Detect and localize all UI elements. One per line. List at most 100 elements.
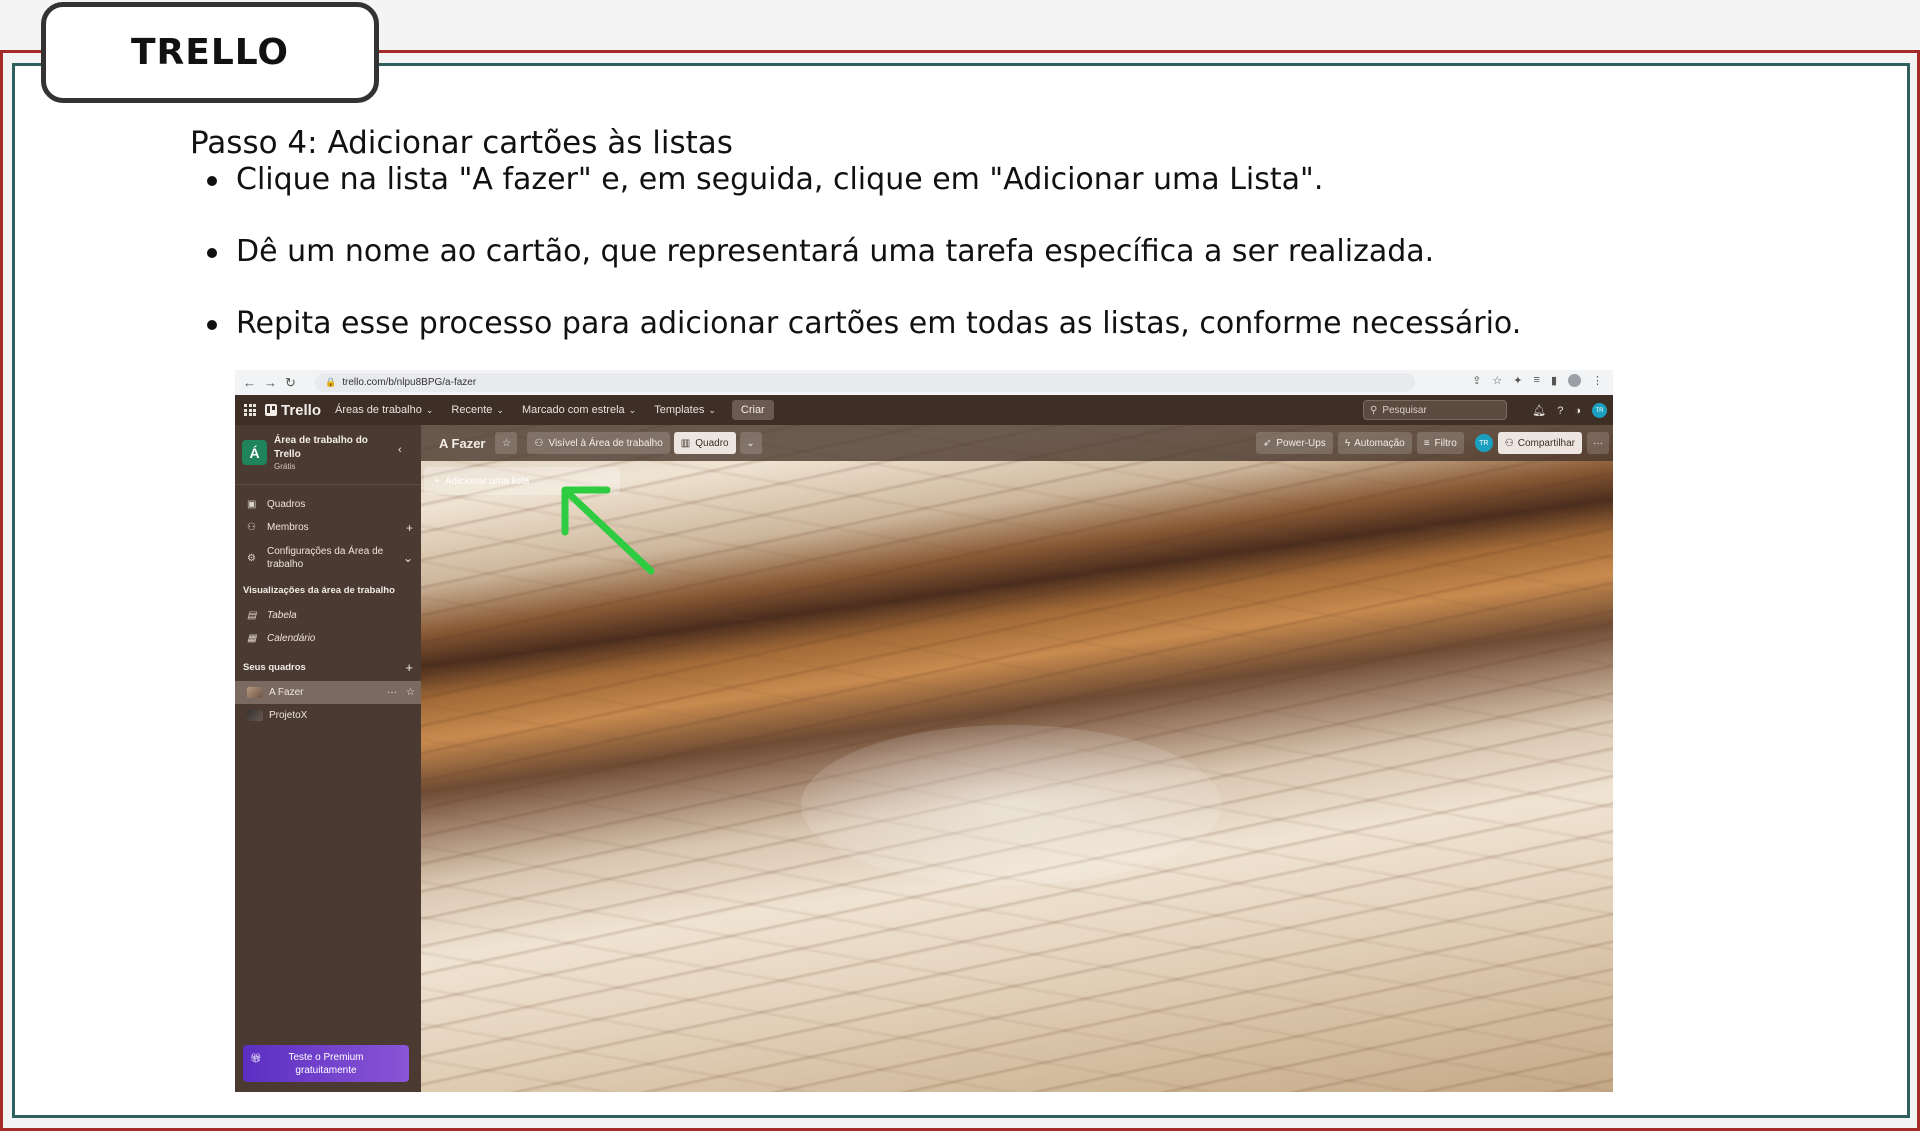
visibility-button[interactable]: ⚇ Visível à Área de trabalho bbox=[527, 432, 670, 454]
table-icon: ▤ bbox=[247, 610, 257, 621]
premium-label: Teste o Premium gratuitamente bbox=[288, 1051, 364, 1076]
board-thumbnail bbox=[247, 710, 263, 721]
extensions-icon[interactable]: ✦ bbox=[1513, 374, 1522, 387]
sidebar-item-label: ProjetoX bbox=[269, 710, 308, 721]
chevron-down-icon: ⌄ bbox=[425, 405, 434, 415]
menu-templates[interactable]: Templates ⌄ bbox=[654, 404, 716, 416]
sidebar-item-calendar[interactable]: ▦ Calendário bbox=[235, 627, 421, 650]
instruction-item: Dê um nome ao cartão, que representará u… bbox=[204, 232, 1521, 304]
help-icon[interactable]: ? bbox=[1557, 405, 1563, 417]
reload-icon[interactable]: ↻ bbox=[285, 375, 296, 391]
browser-toolbar: ← → ↻ 🔒 trello.com/b/nlpu8BPG/a-fazer ⇪ … bbox=[235, 370, 1613, 395]
board-canvas: A Fazer ☆ ⚇ Visível à Área de trabalho ▥… bbox=[421, 425, 1613, 1092]
premium-trial-button[interactable]: 🎁︎ Teste o Premium gratuitamente bbox=[243, 1045, 409, 1082]
workspace-header: Á Área de trabalho do Trello Grátis ‹ bbox=[235, 425, 421, 485]
sidebar-item-label: A Fazer bbox=[269, 687, 304, 698]
theme-icon[interactable]: ◑ bbox=[1574, 405, 1581, 417]
pointer-arrow-icon bbox=[561, 486, 655, 575]
chevron-down-icon: ⌄ bbox=[402, 551, 413, 565]
board-menu-icon[interactable]: ··· bbox=[1587, 432, 1609, 454]
search-input[interactable]: ⚲ Pesquisar bbox=[1363, 400, 1507, 420]
search-placeholder: Pesquisar bbox=[1382, 404, 1427, 416]
slide-title: TRELLO bbox=[130, 32, 290, 73]
more-options-icon[interactable]: ··· bbox=[387, 687, 397, 698]
trello-screenshot: ← → ↻ 🔒 trello.com/b/nlpu8BPG/a-fazer ⇪ … bbox=[235, 370, 1613, 1092]
lightning-icon: ϟ bbox=[1344, 437, 1351, 449]
member-avatar[interactable]: TR bbox=[1474, 434, 1493, 452]
side-panel-icon[interactable]: ▮ bbox=[1551, 374, 1557, 387]
menu-workspaces[interactable]: Áreas de trabalho ⌄ bbox=[335, 404, 433, 416]
people-icon: ⚇ bbox=[534, 437, 544, 449]
workspace-badge: Á bbox=[242, 440, 267, 465]
board-header: A Fazer ☆ ⚇ Visível à Área de trabalho ▥… bbox=[421, 425, 1613, 461]
browser-menu-icon[interactable]: ⋮ bbox=[1592, 374, 1603, 387]
chevron-down-icon: ⌄ bbox=[496, 405, 504, 415]
trello-header: Trello Áreas de trabalho ⌄ Recente ⌄ Marca… bbox=[235, 395, 1613, 425]
board-thumbnail bbox=[247, 687, 263, 698]
lock-icon: 🔒 bbox=[325, 377, 337, 387]
person-icon: ⚇ bbox=[247, 522, 256, 533]
rocket-icon: ➶ bbox=[1262, 437, 1272, 449]
sidebar-item-table[interactable]: ▤ Tabela bbox=[235, 604, 421, 627]
sidebar-item-label: Calendário bbox=[267, 633, 316, 644]
forward-icon[interactable]: → bbox=[264, 375, 277, 391]
reading-list-icon[interactable]: ≡ bbox=[1534, 374, 1540, 387]
sidebar-board-a-fazer[interactable]: A Fazer ··· ☆ bbox=[235, 681, 421, 704]
share-button[interactable]: ⚇ Compartilhar bbox=[1497, 432, 1582, 454]
trello-logo-text: Trello bbox=[281, 401, 322, 419]
filter-icon: ≡ bbox=[1423, 437, 1430, 449]
menu-recent[interactable]: Recente ⌄ bbox=[451, 404, 504, 416]
views-section-title: Visualizações da área de trabalho bbox=[243, 585, 395, 596]
sidebar-item-label: Configurações da Área de trabalho bbox=[267, 546, 384, 570]
step-title: Passo 4: Adicionar cartões às listas bbox=[190, 125, 733, 161]
url-text: trello.com/b/nlpu8BPG/a-fazer bbox=[342, 377, 477, 388]
star-icon[interactable]: ☆ bbox=[406, 687, 415, 698]
sidebar-item-label: Membros bbox=[267, 522, 309, 533]
plus-icon: + bbox=[434, 475, 440, 487]
trello-logo-icon bbox=[265, 404, 277, 416]
share-page-icon[interactable]: ⇪ bbox=[1472, 374, 1481, 387]
workspace-name[interactable]: Área de trabalho do Trello bbox=[274, 434, 384, 462]
boards-section-title: Seus quadros + bbox=[243, 660, 413, 675]
sidebar-item-members[interactable]: ⚇ Membros + bbox=[235, 516, 421, 539]
add-person-icon: ⚇ bbox=[1504, 437, 1514, 449]
star-board-icon[interactable]: ☆ bbox=[495, 432, 518, 454]
app-switcher-icon[interactable] bbox=[244, 404, 256, 416]
view-board-button[interactable]: ▥ Quadro bbox=[673, 432, 736, 454]
board-title[interactable]: A Fazer bbox=[439, 436, 485, 451]
add-member-icon[interactable]: + bbox=[406, 521, 413, 535]
collapse-sidebar-icon[interactable]: ‹ bbox=[398, 444, 402, 456]
address-bar[interactable]: 🔒 trello.com/b/nlpu8BPG/a-fazer bbox=[315, 373, 1415, 392]
notifications-icon[interactable]: 🔔︎ bbox=[1532, 404, 1546, 417]
user-avatar[interactable]: TR bbox=[1592, 403, 1607, 418]
instruction-item: Clique na lista "A fazer" e, em seguida,… bbox=[204, 160, 1521, 232]
sidebar-item-boards[interactable]: ▣ Quadros bbox=[235, 493, 421, 516]
profile-icon[interactable] bbox=[1568, 374, 1581, 387]
calendar-icon: ▦ bbox=[247, 633, 257, 644]
workspace-plan: Grátis bbox=[274, 462, 296, 471]
trello-logo[interactable]: Trello bbox=[265, 402, 321, 419]
workspace-sidebar: Á Área de trabalho do Trello Grátis ‹ ▣ … bbox=[235, 425, 421, 1092]
gear-icon: ⚙ bbox=[247, 552, 256, 564]
sidebar-item-settings[interactable]: ⚙ Configurações da Área de trabalho ⌄ bbox=[235, 539, 421, 577]
search-icon: ⚲ bbox=[1370, 404, 1378, 416]
powerups-button[interactable]: ➶ Power-Ups bbox=[1255, 432, 1333, 454]
views-dropdown-icon[interactable]: ⌄ bbox=[739, 432, 762, 454]
sidebar-board-projetox[interactable]: ProjetoX bbox=[235, 704, 421, 727]
instruction-item: Repita esse processo para adicionar cart… bbox=[204, 304, 1521, 376]
add-board-icon[interactable]: + bbox=[405, 660, 413, 675]
gift-icon: 🎁︎ bbox=[250, 1053, 262, 1063]
slide-title-tab: TRELLO bbox=[41, 2, 379, 103]
chevron-down-icon: ⌄ bbox=[708, 405, 716, 415]
menu-starred[interactable]: Marcado com estrela ⌄ bbox=[522, 404, 636, 416]
create-button[interactable]: Criar bbox=[731, 400, 774, 420]
bookmark-star-icon[interactable]: ☆ bbox=[1492, 374, 1502, 387]
instruction-list: Clique na lista "A fazer" e, em seguida,… bbox=[204, 160, 1521, 376]
chevron-down-icon: ⌄ bbox=[628, 405, 637, 415]
board-view-icon: ▥ bbox=[680, 437, 691, 449]
automation-button[interactable]: ϟ Automação bbox=[1337, 432, 1412, 454]
sidebar-item-label: Tabela bbox=[267, 610, 297, 621]
board-icon: ▣ bbox=[247, 499, 257, 510]
filter-button[interactable]: ≡ Filtro bbox=[1416, 432, 1464, 454]
back-icon[interactable]: ← bbox=[243, 375, 256, 391]
